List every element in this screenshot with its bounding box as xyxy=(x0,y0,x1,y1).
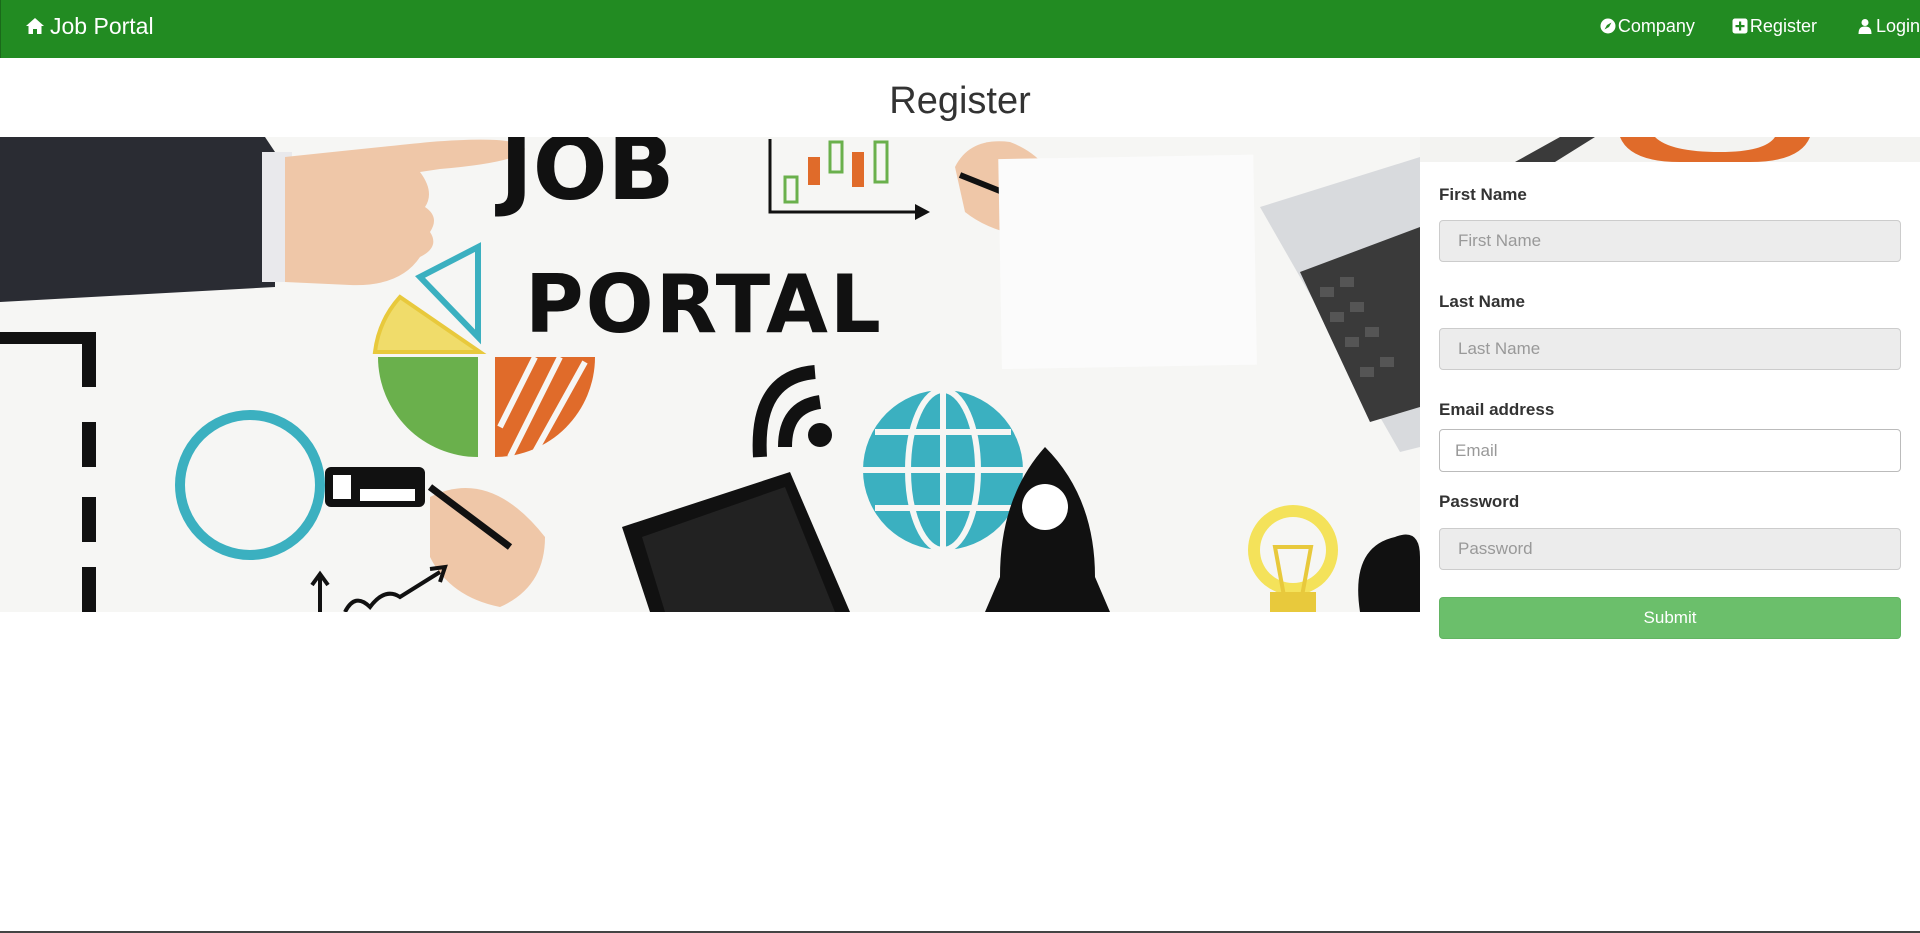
nav-item-company-label: Company xyxy=(1617,15,1695,36)
email-label: Email address xyxy=(1439,400,1555,419)
first-name-input[interactable] xyxy=(1439,220,1901,262)
page: Job Portal Company Register Login Regist… xyxy=(0,0,1920,933)
banner-job-text: JOB xyxy=(495,137,675,220)
email-input[interactable] xyxy=(1439,429,1901,472)
nav-item-register[interactable]: Register xyxy=(1732,0,1817,52)
last-name-input[interactable] xyxy=(1439,328,1901,370)
nav-item-register-label: Register xyxy=(1749,15,1817,36)
navbar: Job Portal Company Register Login xyxy=(0,0,1920,58)
last-name-group: Last Name xyxy=(1439,292,1901,370)
register-form: First Name Last Name Email address Passw… xyxy=(1420,162,1920,642)
nav-item-company[interactable]: Company xyxy=(1600,0,1695,52)
nav-item-login[interactable]: Login xyxy=(1857,0,1920,52)
compass-icon xyxy=(1600,18,1616,34)
password-label: Password xyxy=(1439,492,1520,511)
nav-menu: Company Register Login xyxy=(1600,0,1920,52)
submit-button[interactable]: Submit xyxy=(1439,597,1901,639)
brand-label: Job Portal xyxy=(50,12,154,39)
banner-image: JOB PORTAL xyxy=(0,137,1420,612)
first-name-group: First Name xyxy=(1439,185,1901,262)
nav-item-login-label: Login xyxy=(1875,15,1920,36)
plus-square-icon xyxy=(1732,18,1748,34)
password-input[interactable] xyxy=(1439,528,1901,570)
page-title: Register xyxy=(889,80,1031,122)
globe-illustration xyxy=(863,387,1023,553)
paper-illustration xyxy=(998,154,1257,370)
password-group: Password xyxy=(1439,492,1901,570)
last-name-label: Last Name xyxy=(1439,292,1525,311)
email-group: Email address xyxy=(1439,400,1901,472)
banner-portal-text: PORTAL xyxy=(525,258,883,351)
banner-image-right-strip xyxy=(1420,137,1920,162)
brand-link[interactable]: Job Portal xyxy=(25,0,154,52)
first-name-label: First Name xyxy=(1439,185,1527,204)
user-icon xyxy=(1858,19,1872,34)
home-icon xyxy=(26,18,44,34)
